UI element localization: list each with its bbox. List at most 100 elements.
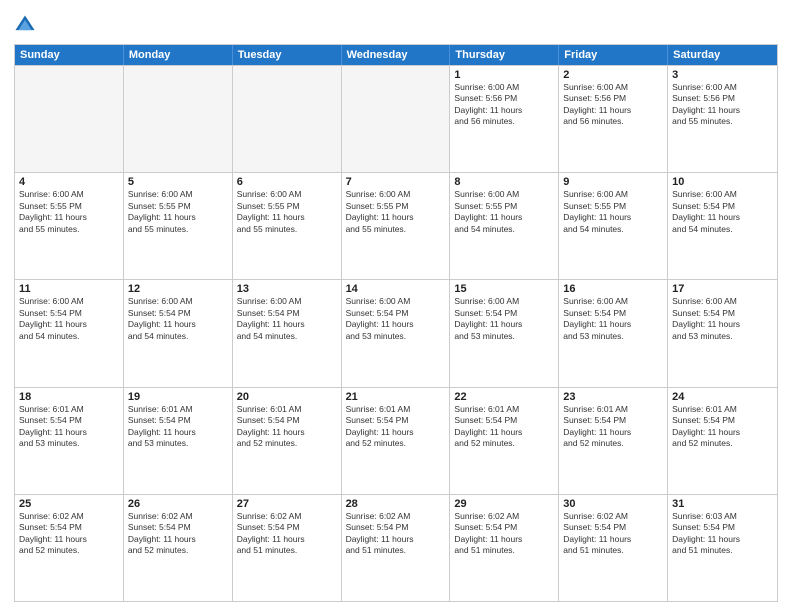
cal-cell-18: 18Sunrise: 6:01 AM Sunset: 5:54 PM Dayli… (15, 388, 124, 494)
cal-cell-16: 16Sunrise: 6:00 AM Sunset: 5:54 PM Dayli… (559, 280, 668, 386)
logo (14, 14, 38, 36)
day-number: 20 (237, 391, 337, 403)
calendar: SundayMondayTuesdayWednesdayThursdayFrid… (14, 44, 778, 602)
cal-cell-22: 22Sunrise: 6:01 AM Sunset: 5:54 PM Dayli… (450, 388, 559, 494)
cell-info: Sunrise: 6:01 AM Sunset: 5:54 PM Dayligh… (454, 404, 554, 450)
cal-cell-17: 17Sunrise: 6:00 AM Sunset: 5:54 PM Dayli… (668, 280, 777, 386)
cal-cell-13: 13Sunrise: 6:00 AM Sunset: 5:54 PM Dayli… (233, 280, 342, 386)
page: SundayMondayTuesdayWednesdayThursdayFrid… (0, 0, 792, 612)
header-day-friday: Friday (559, 45, 668, 65)
day-number: 22 (454, 391, 554, 403)
cell-info: Sunrise: 6:00 AM Sunset: 5:56 PM Dayligh… (672, 82, 773, 128)
header-day-thursday: Thursday (450, 45, 559, 65)
cal-cell-8: 8Sunrise: 6:00 AM Sunset: 5:55 PM Daylig… (450, 173, 559, 279)
cell-info: Sunrise: 6:01 AM Sunset: 5:54 PM Dayligh… (237, 404, 337, 450)
cell-info: Sunrise: 6:01 AM Sunset: 5:54 PM Dayligh… (128, 404, 228, 450)
header (14, 10, 778, 36)
day-number: 16 (563, 283, 663, 295)
cal-cell-28: 28Sunrise: 6:02 AM Sunset: 5:54 PM Dayli… (342, 495, 451, 601)
cal-cell-2: 2Sunrise: 6:00 AM Sunset: 5:56 PM Daylig… (559, 66, 668, 172)
day-number: 6 (237, 176, 337, 188)
calendar-header: SundayMondayTuesdayWednesdayThursdayFrid… (15, 45, 777, 65)
day-number: 15 (454, 283, 554, 295)
day-number: 26 (128, 498, 228, 510)
cal-cell-5: 5Sunrise: 6:00 AM Sunset: 5:55 PM Daylig… (124, 173, 233, 279)
cell-info: Sunrise: 6:01 AM Sunset: 5:54 PM Dayligh… (672, 404, 773, 450)
day-number: 25 (19, 498, 119, 510)
cal-cell-20: 20Sunrise: 6:01 AM Sunset: 5:54 PM Dayli… (233, 388, 342, 494)
cal-row-2: 11Sunrise: 6:00 AM Sunset: 5:54 PM Dayli… (15, 279, 777, 386)
cell-info: Sunrise: 6:00 AM Sunset: 5:54 PM Dayligh… (237, 296, 337, 342)
cal-cell-4: 4Sunrise: 6:00 AM Sunset: 5:55 PM Daylig… (15, 173, 124, 279)
cell-info: Sunrise: 6:00 AM Sunset: 5:55 PM Dayligh… (19, 189, 119, 235)
cal-cell-26: 26Sunrise: 6:02 AM Sunset: 5:54 PM Dayli… (124, 495, 233, 601)
cal-cell-1: 1Sunrise: 6:00 AM Sunset: 5:56 PM Daylig… (450, 66, 559, 172)
day-number: 8 (454, 176, 554, 188)
day-number: 2 (563, 69, 663, 81)
cal-cell-6: 6Sunrise: 6:00 AM Sunset: 5:55 PM Daylig… (233, 173, 342, 279)
cal-cell-empty-0-1 (124, 66, 233, 172)
day-number: 23 (563, 391, 663, 403)
day-number: 19 (128, 391, 228, 403)
cell-info: Sunrise: 6:02 AM Sunset: 5:54 PM Dayligh… (128, 511, 228, 557)
day-number: 30 (563, 498, 663, 510)
day-number: 10 (672, 176, 773, 188)
calendar-body: 1Sunrise: 6:00 AM Sunset: 5:56 PM Daylig… (15, 65, 777, 601)
cell-info: Sunrise: 6:02 AM Sunset: 5:54 PM Dayligh… (237, 511, 337, 557)
day-number: 9 (563, 176, 663, 188)
cal-cell-30: 30Sunrise: 6:02 AM Sunset: 5:54 PM Dayli… (559, 495, 668, 601)
cal-cell-23: 23Sunrise: 6:01 AM Sunset: 5:54 PM Dayli… (559, 388, 668, 494)
day-number: 24 (672, 391, 773, 403)
day-number: 1 (454, 69, 554, 81)
day-number: 12 (128, 283, 228, 295)
cell-info: Sunrise: 6:01 AM Sunset: 5:54 PM Dayligh… (19, 404, 119, 450)
header-day-tuesday: Tuesday (233, 45, 342, 65)
cal-cell-14: 14Sunrise: 6:00 AM Sunset: 5:54 PM Dayli… (342, 280, 451, 386)
day-number: 11 (19, 283, 119, 295)
cal-cell-empty-0-2 (233, 66, 342, 172)
cell-info: Sunrise: 6:02 AM Sunset: 5:54 PM Dayligh… (19, 511, 119, 557)
cal-cell-24: 24Sunrise: 6:01 AM Sunset: 5:54 PM Dayli… (668, 388, 777, 494)
cell-info: Sunrise: 6:00 AM Sunset: 5:55 PM Dayligh… (128, 189, 228, 235)
cal-cell-12: 12Sunrise: 6:00 AM Sunset: 5:54 PM Dayli… (124, 280, 233, 386)
cal-row-4: 25Sunrise: 6:02 AM Sunset: 5:54 PM Dayli… (15, 494, 777, 601)
cal-cell-31: 31Sunrise: 6:03 AM Sunset: 5:54 PM Dayli… (668, 495, 777, 601)
cal-cell-3: 3Sunrise: 6:00 AM Sunset: 5:56 PM Daylig… (668, 66, 777, 172)
cal-cell-10: 10Sunrise: 6:00 AM Sunset: 5:54 PM Dayli… (668, 173, 777, 279)
header-day-monday: Monday (124, 45, 233, 65)
cell-info: Sunrise: 6:00 AM Sunset: 5:54 PM Dayligh… (563, 296, 663, 342)
cal-cell-11: 11Sunrise: 6:00 AM Sunset: 5:54 PM Dayli… (15, 280, 124, 386)
day-number: 13 (237, 283, 337, 295)
cal-row-1: 4Sunrise: 6:00 AM Sunset: 5:55 PM Daylig… (15, 172, 777, 279)
day-number: 7 (346, 176, 446, 188)
cell-info: Sunrise: 6:00 AM Sunset: 5:54 PM Dayligh… (672, 296, 773, 342)
cell-info: Sunrise: 6:02 AM Sunset: 5:54 PM Dayligh… (563, 511, 663, 557)
cell-info: Sunrise: 6:00 AM Sunset: 5:55 PM Dayligh… (237, 189, 337, 235)
header-day-saturday: Saturday (668, 45, 777, 65)
cal-row-0: 1Sunrise: 6:00 AM Sunset: 5:56 PM Daylig… (15, 65, 777, 172)
day-number: 3 (672, 69, 773, 81)
day-number: 27 (237, 498, 337, 510)
cell-info: Sunrise: 6:00 AM Sunset: 5:54 PM Dayligh… (346, 296, 446, 342)
day-number: 4 (19, 176, 119, 188)
cal-cell-29: 29Sunrise: 6:02 AM Sunset: 5:54 PM Dayli… (450, 495, 559, 601)
cal-cell-21: 21Sunrise: 6:01 AM Sunset: 5:54 PM Dayli… (342, 388, 451, 494)
cell-info: Sunrise: 6:00 AM Sunset: 5:54 PM Dayligh… (19, 296, 119, 342)
day-number: 18 (19, 391, 119, 403)
header-day-wednesday: Wednesday (342, 45, 451, 65)
cell-info: Sunrise: 6:00 AM Sunset: 5:56 PM Dayligh… (563, 82, 663, 128)
cal-cell-19: 19Sunrise: 6:01 AM Sunset: 5:54 PM Dayli… (124, 388, 233, 494)
cal-cell-15: 15Sunrise: 6:00 AM Sunset: 5:54 PM Dayli… (450, 280, 559, 386)
day-number: 31 (672, 498, 773, 510)
cell-info: Sunrise: 6:00 AM Sunset: 5:55 PM Dayligh… (346, 189, 446, 235)
cell-info: Sunrise: 6:00 AM Sunset: 5:54 PM Dayligh… (672, 189, 773, 235)
day-number: 28 (346, 498, 446, 510)
day-number: 29 (454, 498, 554, 510)
day-number: 14 (346, 283, 446, 295)
cal-cell-25: 25Sunrise: 6:02 AM Sunset: 5:54 PM Dayli… (15, 495, 124, 601)
cell-info: Sunrise: 6:00 AM Sunset: 5:56 PM Dayligh… (454, 82, 554, 128)
cell-info: Sunrise: 6:01 AM Sunset: 5:54 PM Dayligh… (346, 404, 446, 450)
day-number: 17 (672, 283, 773, 295)
cal-cell-27: 27Sunrise: 6:02 AM Sunset: 5:54 PM Dayli… (233, 495, 342, 601)
cell-info: Sunrise: 6:00 AM Sunset: 5:55 PM Dayligh… (563, 189, 663, 235)
